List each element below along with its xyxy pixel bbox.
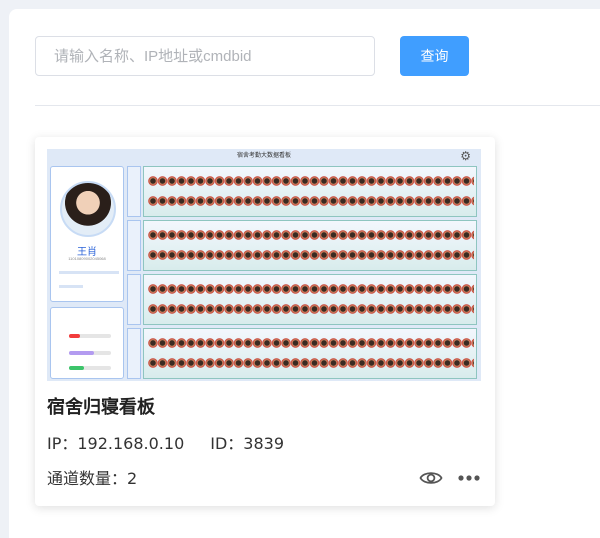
stats-panel (50, 307, 124, 379)
channel-info: 通道数量：2 (47, 465, 137, 489)
ip-info: IP：192.168.0.10 ID：3839 (47, 430, 284, 454)
dashboard-thumbnail[interactable]: 宿舍考勤大数据看板 ⚙ 王肖 11010809002045068 (47, 149, 481, 381)
card-title: 宿舍归寝看板 (47, 397, 155, 418)
stat-bar (69, 366, 111, 370)
profile-meta (59, 285, 83, 288)
stat-bar (69, 334, 111, 338)
ip-value: 192.168.0.10 (77, 434, 185, 453)
device-card[interactable]: 宿舍考勤大数据看板 ⚙ 王肖 11010809002045068 宿舍归寝看板 … (35, 137, 495, 506)
room-row (127, 328, 477, 379)
stat-bar (69, 351, 111, 355)
query-button[interactable]: 查询 (400, 36, 469, 76)
search-input[interactable] (35, 36, 375, 76)
avatar (60, 181, 116, 237)
more-icon[interactable] (457, 471, 481, 485)
gear-icon: ⚙ (460, 149, 471, 163)
eye-icon[interactable] (419, 469, 443, 487)
room-row (127, 220, 477, 271)
person-id: 11010809002045068 (68, 256, 106, 261)
profile-meta (59, 271, 119, 274)
attendance-grid (127, 166, 477, 379)
channel-label: 通道数量： (47, 469, 128, 488)
channel-value: 2 (127, 469, 138, 488)
id-label: ID： (210, 434, 244, 453)
ip-label: IP： (47, 434, 78, 453)
room-row (127, 274, 477, 325)
id-value: 3839 (243, 434, 285, 453)
room-row (127, 166, 477, 217)
thumbnail-header: 宿舍考勤大数据看板 (236, 153, 291, 159)
divider (35, 105, 600, 106)
profile-panel: 王肖 11010809002045068 (50, 166, 124, 302)
